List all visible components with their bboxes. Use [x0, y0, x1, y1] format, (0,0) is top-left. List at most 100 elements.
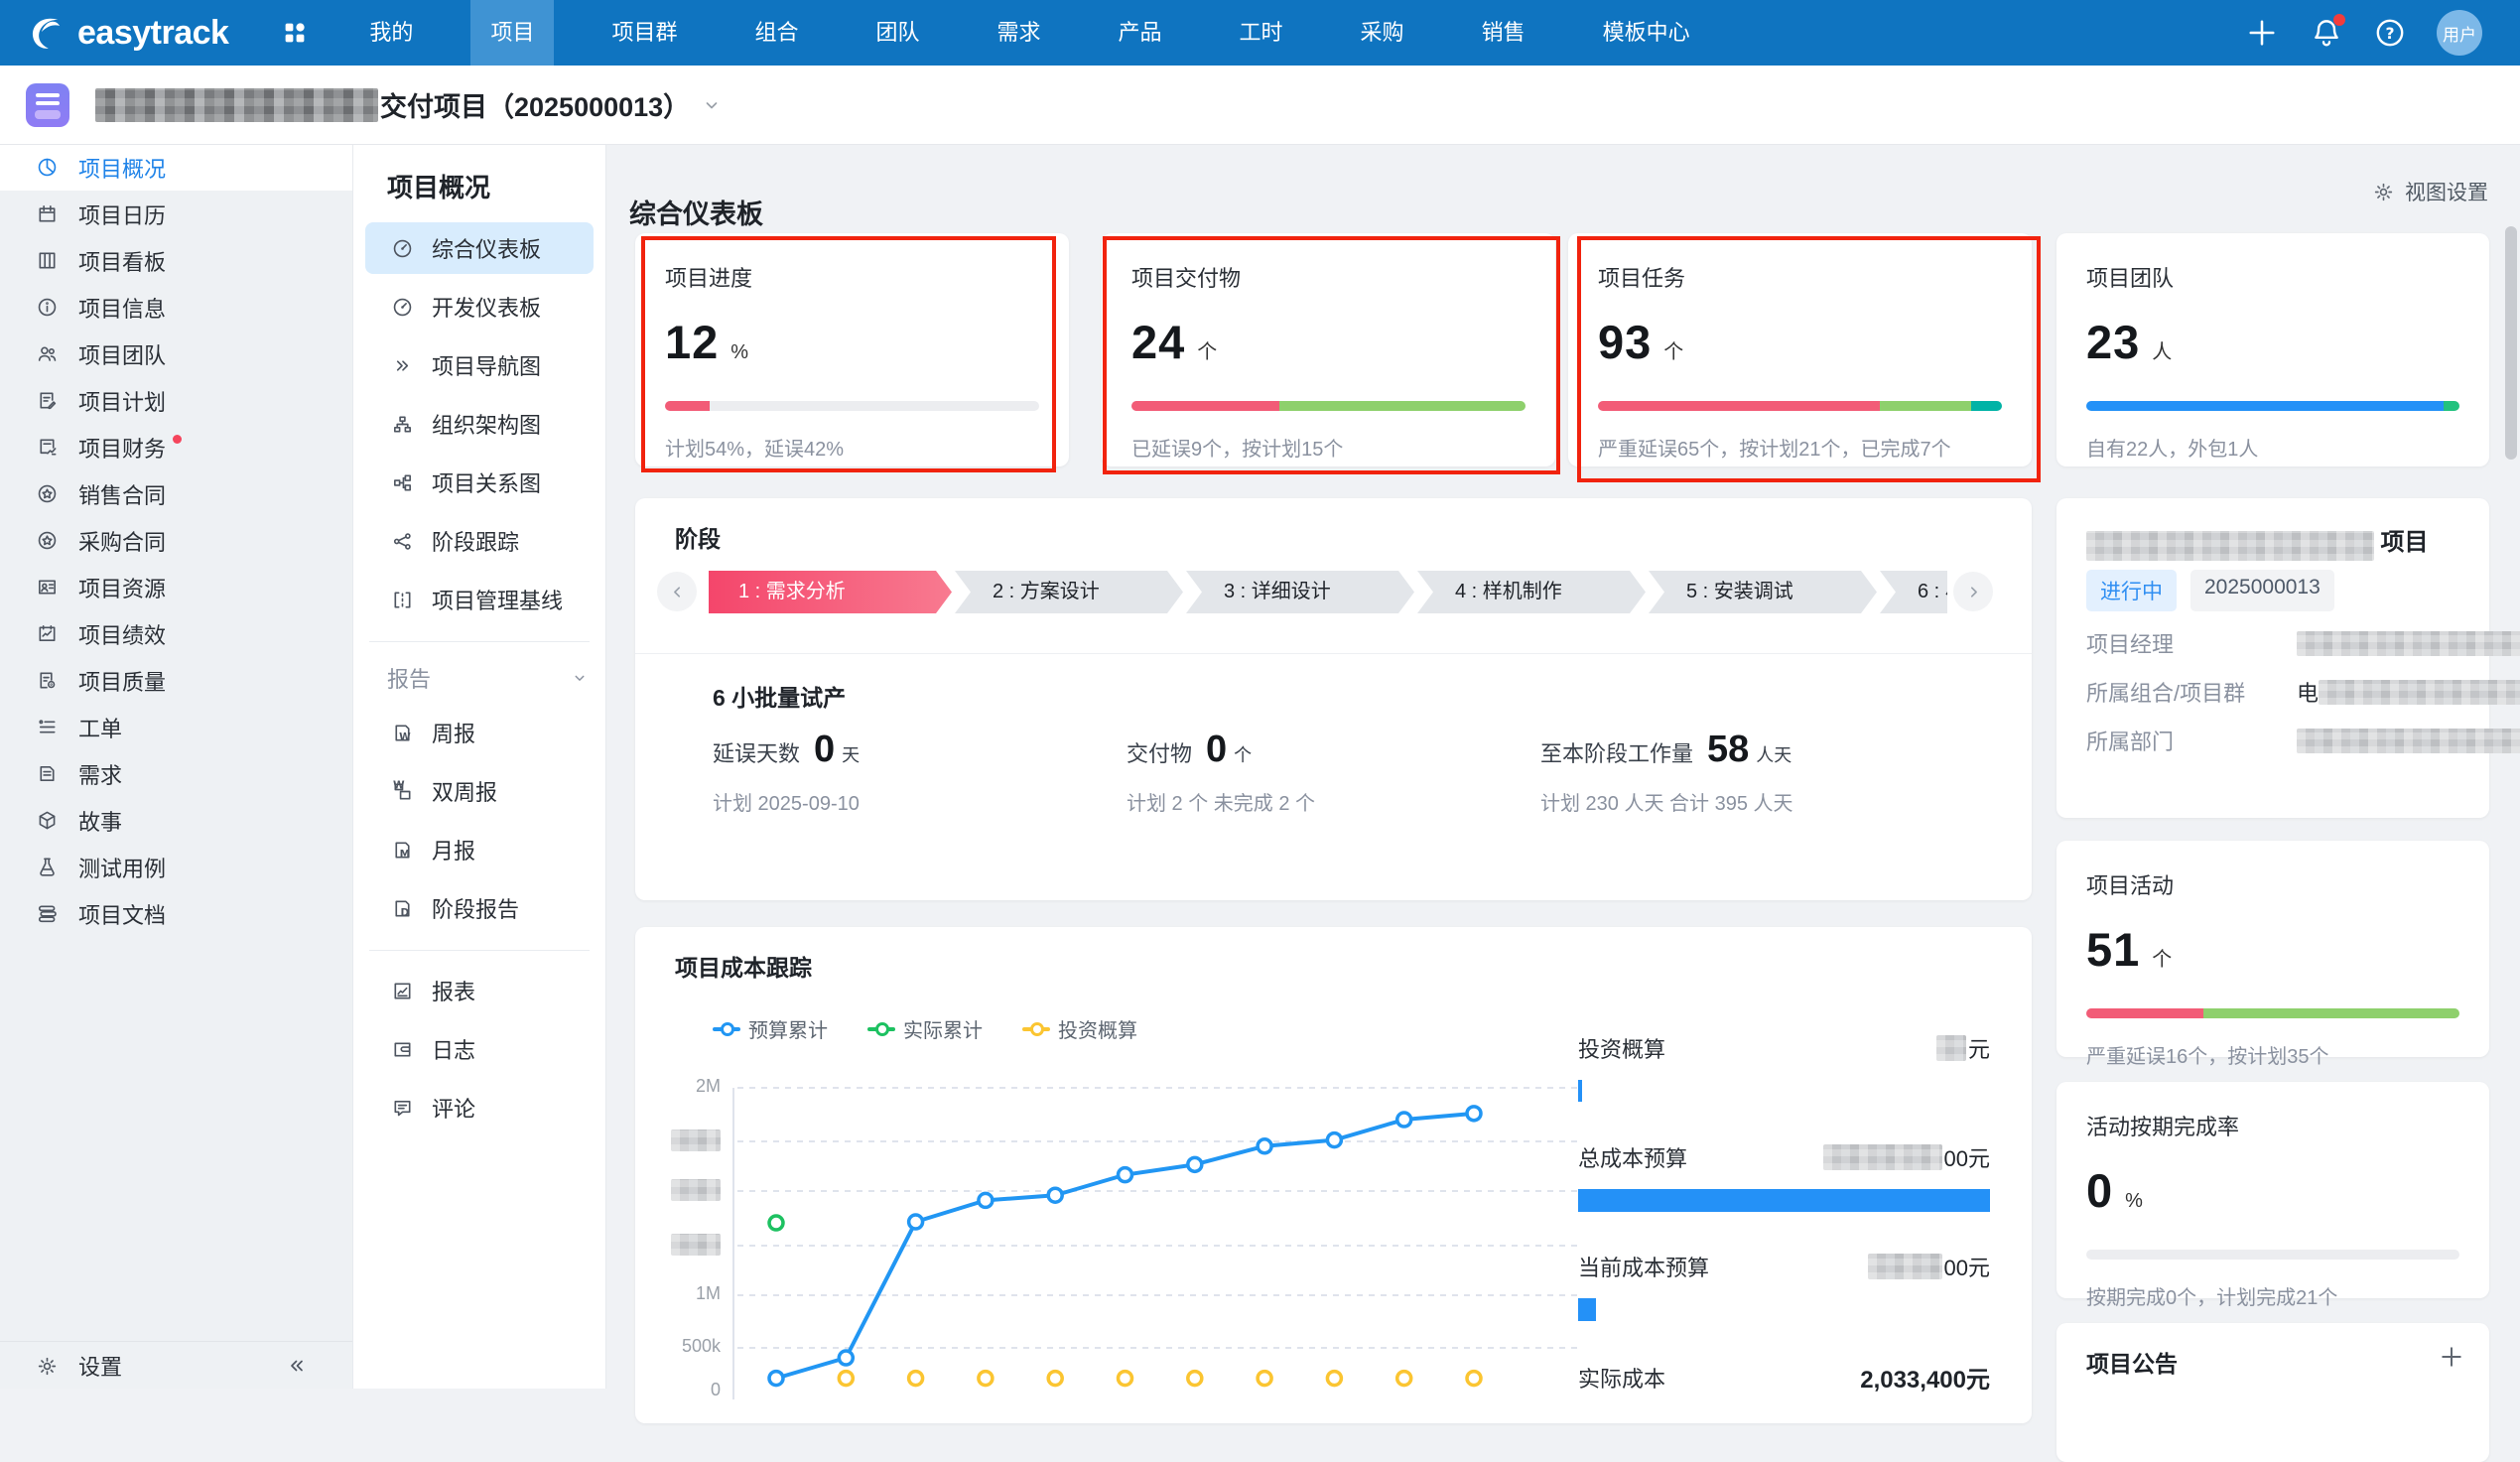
nav-item-10[interactable]: 销售 — [1462, 0, 1545, 66]
chart-legend: 预算累计 实际累计 投资概算 — [713, 1014, 1137, 1043]
sidebar-item-13[interactable]: 工单 — [0, 704, 352, 750]
calendar-icon — [36, 202, 59, 225]
card-title: 项目活动 — [2086, 868, 2489, 900]
phase-step-5[interactable]: 5 : 安装调试 — [1649, 571, 1877, 613]
nav-item-9[interactable]: 采购 — [1341, 0, 1424, 66]
sidebar-item-14[interactable]: 需求 — [0, 750, 352, 797]
sidebar-item-label: 销售合同 — [78, 478, 166, 510]
submenu-item-开发仪表板[interactable]: 开发仪表板 — [365, 281, 594, 332]
nav-item-4[interactable]: 组合 — [734, 0, 818, 66]
nav-item-1[interactable]: 我的 — [349, 0, 433, 66]
phase-next-button[interactable] — [1953, 572, 1993, 611]
phase-section-title: 阶段 — [675, 520, 721, 554]
sidebar-item-label: 项目看板 — [78, 245, 166, 277]
phase-step-2[interactable]: 2 : 方案设计 — [955, 571, 1183, 613]
cost-summary-line: 投资概算元 — [1578, 1032, 1990, 1064]
phase-step-1[interactable]: 1 : 需求分析 — [709, 571, 952, 613]
card-number: 23 — [2086, 315, 2140, 369]
plan-doc-icon — [36, 389, 59, 412]
chevron-down-icon[interactable] — [700, 93, 724, 117]
submenu-item-阶段报告[interactable]: D阶段报告 — [365, 882, 594, 934]
divider — [369, 950, 590, 951]
sidebar-item-1[interactable]: 项目概况 — [0, 144, 352, 191]
sidebar-item-label: 工单 — [78, 712, 122, 743]
notifications-button[interactable] — [2310, 16, 2343, 50]
sidebar-item-8[interactable]: 销售合同 — [0, 470, 352, 517]
apps-grid-icon[interactable] — [280, 18, 310, 48]
card-value: 24个 — [1131, 315, 1555, 369]
legend-item-预算累计[interactable]: 预算累计 — [713, 1014, 828, 1043]
gear-icon — [0, 1353, 78, 1379]
sidebar-item-3[interactable]: 项目看板 — [0, 237, 352, 284]
submenu-item-综合仪表板[interactable]: 综合仪表板 — [365, 222, 594, 274]
card-note: 自有22人，外包1人 — [2086, 433, 2459, 462]
sidebar-item-2[interactable]: 项目日历 — [0, 191, 352, 237]
card-unit: % — [2125, 1190, 2143, 1213]
submenu-item-阶段跟踪[interactable]: 阶段跟踪 — [365, 515, 594, 567]
status-badge: 进行中 — [2086, 570, 2177, 611]
create-button[interactable] — [2244, 15, 2280, 51]
sidebar-item-11[interactable]: 项目绩效 — [0, 610, 352, 657]
submenu-item-项目管理基线[interactable]: 项目管理基线 — [365, 574, 594, 625]
phase-stat-sub: 计划 230 人天 合计 395 人天 — [1540, 787, 1954, 816]
avatar[interactable]: 用户 — [2437, 10, 2482, 56]
sidebar-item-10[interactable]: 项目资源 — [0, 564, 352, 610]
add-notice-button[interactable] — [2438, 1343, 2465, 1371]
submenu-item-组织架构图[interactable]: 组织架构图 — [365, 398, 594, 450]
quality-doc-icon — [36, 669, 59, 692]
phase-stat-sub: 计划 2 个 未完成 2 个 — [1127, 787, 1540, 816]
nav-item-3[interactable]: 项目群 — [592, 0, 697, 66]
cost-summary-line: 总成本预算00元 — [1578, 1141, 1990, 1173]
progress-segment — [1279, 401, 1525, 411]
help-button[interactable]: ? — [2373, 16, 2407, 50]
nav-item-5[interactable]: 团队 — [856, 0, 939, 66]
submenu-section-reports[interactable]: 报告 — [387, 656, 590, 700]
nav-item-2[interactable]: 项目 — [470, 0, 554, 66]
card-note: 严重延误65个，按计划21个，已完成7个 — [1598, 433, 2002, 462]
nav-item-7[interactable]: 产品 — [1099, 0, 1182, 66]
view-settings-button[interactable]: 视图设置 — [2372, 177, 2488, 206]
legend-item-投资概算[interactable]: 投资概算 — [1022, 1014, 1137, 1043]
svg-text:M: M — [400, 849, 410, 861]
sidebar-item-settings[interactable]: 设置 — [0, 1341, 352, 1389]
phase-step-4[interactable]: 4 : 样机制作 — [1417, 571, 1646, 613]
journal-icon — [391, 1038, 414, 1061]
sidebar-item-16[interactable]: 测试用例 — [0, 844, 352, 890]
report-month-icon: M — [391, 839, 414, 862]
phase-stat-unit: 人天 — [1756, 741, 1791, 767]
submenu-item-双周报[interactable]: W双周报 — [365, 765, 594, 817]
submenu-item-报表[interactable]: 报表 — [365, 965, 594, 1016]
card-value: 23人 — [2086, 315, 2489, 369]
nav-item-11[interactable]: 模板中心 — [1583, 0, 1710, 66]
sidebar-item-7[interactable]: 项目财务 — [0, 424, 352, 470]
submenu-item-项目关系图[interactable]: 项目关系图 — [365, 457, 594, 508]
brand-logo[interactable]: easytrack — [26, 12, 228, 54]
submenu-item-label: 项目管理基线 — [432, 584, 563, 615]
sidebar-item-15[interactable]: 故事 — [0, 797, 352, 844]
sidebar-item-6[interactable]: 项目计划 — [0, 377, 352, 424]
sidebar-item-9[interactable]: 采购合同 — [0, 517, 352, 564]
card-value: 51个 — [2086, 922, 2489, 977]
project-code-badge: 2025000013 — [2190, 570, 2334, 611]
legend-item-实际累计[interactable]: 实际累计 — [867, 1014, 983, 1043]
sidebar-item-12[interactable]: 项目质量 — [0, 657, 352, 704]
submenu-item-label: 项目关系图 — [432, 466, 541, 498]
scrollbar-thumb[interactable] — [2505, 226, 2517, 460]
cost-bar — [1578, 1080, 1582, 1102]
phase-prev-button[interactable] — [657, 572, 697, 611]
sidebar-item-5[interactable]: 项目团队 — [0, 331, 352, 377]
nav-menu: 我的项目项目群组合团队需求产品工时采购销售模板中心 — [349, 0, 1747, 66]
nav-item-8[interactable]: 工时 — [1220, 0, 1303, 66]
submenu-item-月报[interactable]: M月报 — [365, 824, 594, 875]
submenu-item-项目导航图[interactable]: 项目导航图 — [365, 339, 594, 391]
submenu-item-周报[interactable]: W周报 — [365, 707, 594, 758]
submenu-item-日志[interactable]: 日志 — [365, 1023, 594, 1075]
collapse-sidebar-button[interactable] — [249, 1354, 329, 1378]
phase-step-3[interactable]: 3 : 详细设计 — [1186, 571, 1414, 613]
sidebar-item-4[interactable]: 项目信息 — [0, 284, 352, 331]
chart-box-icon — [391, 980, 414, 1002]
submenu-item-评论[interactable]: 评论 — [365, 1082, 594, 1133]
sidebar-item-17[interactable]: 项目文档 — [0, 890, 352, 937]
phase-step-6[interactable]: 6 : 小批量试产 — [1880, 571, 1947, 613]
nav-item-6[interactable]: 需求 — [978, 0, 1061, 66]
